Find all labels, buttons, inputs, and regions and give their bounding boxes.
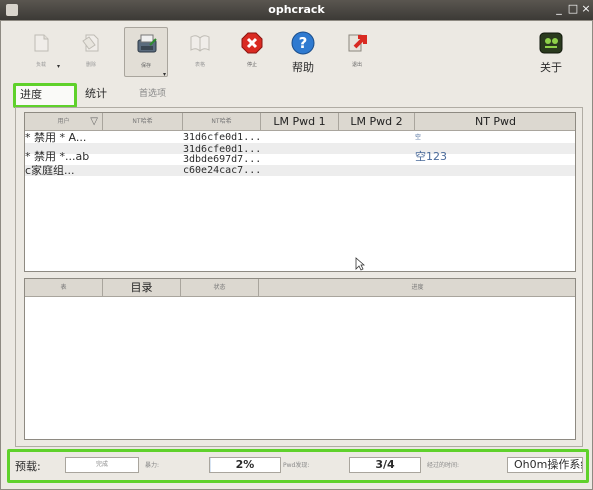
nt-hash-cell: 3dbde697d7... <box>183 154 261 165</box>
tables-icon <box>190 35 210 52</box>
save-label: 保存 <box>140 63 151 69</box>
about-button[interactable]: 关于 <box>529 27 573 77</box>
save-button[interactable]: 保存 <box>124 27 168 77</box>
nt-pwd-cell: 空 <box>415 134 422 141</box>
user-cell: * 禁用 * A... <box>25 132 87 143</box>
stop-button[interactable]: 停止 <box>230 27 274 77</box>
toolbar: 负载 ▾ 删除 保存 ▾ 表格 停止 ? 帮助 退出 关于 <box>13 27 585 78</box>
sort-filter-icon[interactable]: ▽ <box>90 113 98 130</box>
tables-button[interactable]: 表格 <box>178 27 222 77</box>
exit-icon <box>348 34 367 52</box>
exit-label: 退出 <box>351 62 362 68</box>
table-row[interactable]: c家庭组... c60e24cac7... <box>25 165 575 176</box>
svg-text:?: ? <box>299 34 308 52</box>
column-header-lm-hash[interactable]: NT哈希 <box>103 113 183 131</box>
delete-icon <box>82 34 99 52</box>
about-label: 关于 <box>540 61 562 74</box>
maximize-button[interactable]: □ <box>566 2 580 16</box>
stop-label: 停止 <box>246 62 257 68</box>
minimize-button[interactable]: _ <box>552 2 566 16</box>
progress-panel: 用户 ▽ NT哈希 NT哈希 LM Pwd 1 LM Pwd 2 NT Pwd … <box>15 107 583 447</box>
tables-label: 表格 <box>194 62 205 68</box>
window-title: ophcrack <box>268 3 325 16</box>
column-header-progress[interactable]: 进度 <box>259 279 576 297</box>
stop-icon <box>241 32 263 54</box>
column-header-user[interactable]: 用户 ▽ <box>25 113 103 131</box>
close-button[interactable]: × <box>579 2 593 16</box>
tab-statistics[interactable]: 统计 <box>81 85 111 105</box>
save-dropdown-arrow[interactable]: ▾ <box>163 71 166 78</box>
save-icon <box>137 34 157 53</box>
column-header-nt-hash[interactable]: NT哈希 <box>183 113 261 131</box>
column-header-lm-pwd-2[interactable]: LM Pwd 2 <box>339 113 415 131</box>
about-icon <box>539 32 563 54</box>
column-header-table[interactable]: 表 <box>25 279 103 297</box>
status-bar-highlight <box>7 449 589 483</box>
table-row[interactable]: * 禁用 * A... 31d6cfe0d1... 空 <box>25 132 575 143</box>
column-header-nt-pwd[interactable]: NT Pwd <box>415 113 576 131</box>
help-label: 帮助 <box>292 61 314 74</box>
users-table[interactable]: 用户 ▽ NT哈希 NT哈希 LM Pwd 1 LM Pwd 2 NT Pwd … <box>24 112 576 272</box>
delete-label: 删除 <box>85 62 96 68</box>
tables-table[interactable]: 表 目录 状态 进度 <box>24 278 576 440</box>
mouse-cursor-icon <box>355 257 365 271</box>
column-header-lm-pwd-1[interactable]: LM Pwd 1 <box>261 113 339 131</box>
load-dropdown-arrow[interactable]: ▾ <box>57 63 60 70</box>
title-bar: ophcrack _ □ × <box>0 0 593 20</box>
help-icon: ? <box>291 31 315 55</box>
help-button[interactable]: ? 帮助 <box>281 27 325 77</box>
exit-button[interactable]: 退出 <box>335 27 379 77</box>
tab-preferences[interactable]: 首选项 <box>135 85 170 105</box>
load-icon <box>34 34 49 52</box>
tables-table-header: 表 目录 状态 进度 <box>25 279 575 297</box>
table-row[interactable]: 3dbde697d7... <box>25 154 575 165</box>
column-header-status[interactable]: 状态 <box>181 279 259 297</box>
nt-hash-cell: 31d6cfe0d1... <box>183 132 261 143</box>
progress-tab-highlight <box>13 83 77 108</box>
users-table-header: 用户 ▽ NT哈希 NT哈希 LM Pwd 1 LM Pwd 2 NT Pwd <box>25 113 575 131</box>
main-window: 负载 ▾ 删除 保存 ▾ 表格 停止 ? 帮助 退出 关于 进度 统计 首选项 … <box>0 20 593 490</box>
nt-hash-cell: c60e24cac7... <box>183 165 261 176</box>
delete-button[interactable]: 删除 <box>69 27 113 77</box>
column-header-directory[interactable]: 目录 <box>103 279 181 297</box>
user-cell: c家庭组... <box>25 165 75 176</box>
